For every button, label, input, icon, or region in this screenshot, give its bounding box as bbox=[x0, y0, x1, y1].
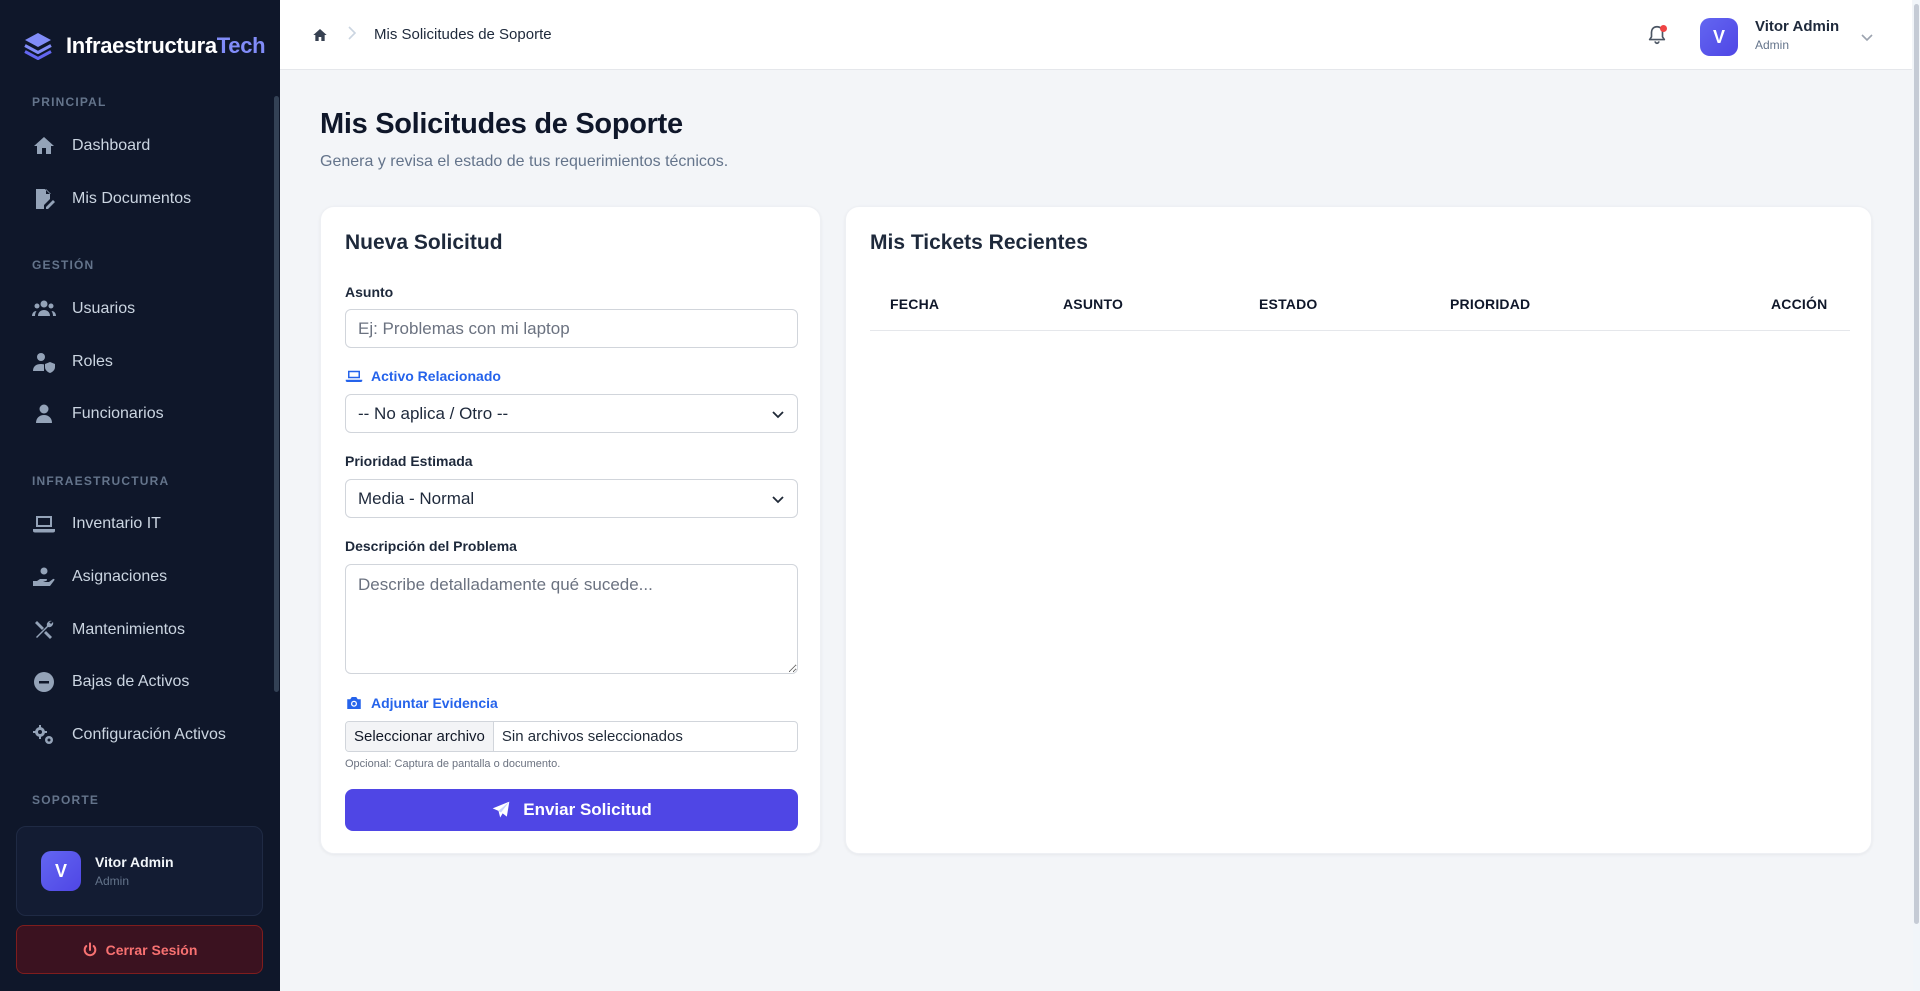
evidence-label: Adjuntar Evidencia bbox=[345, 694, 498, 712]
laptop-icon bbox=[345, 370, 363, 382]
column-header: FECHA bbox=[890, 296, 940, 312]
logout-button[interactable]: Cerrar Sesión bbox=[16, 925, 263, 974]
brand-name: InfraestructuraTech bbox=[66, 33, 266, 58]
sidebar-item-label: Mantenimientos bbox=[72, 621, 185, 638]
home-icon[interactable] bbox=[312, 27, 328, 43]
tools-icon bbox=[35, 620, 54, 639]
sidebar-item-asignaciones[interactable]: Asignaciones bbox=[16, 555, 266, 599]
column-header: ASUNTO bbox=[1063, 296, 1124, 312]
main-scrollbar[interactable] bbox=[1913, 0, 1920, 991]
sidebar: InfraestructuraTech PRINCIPAL Dashboard … bbox=[0, 0, 280, 991]
chevron-down-icon bbox=[772, 495, 784, 503]
card-title: Mis Tickets Recientes bbox=[870, 231, 1088, 254]
sidebar-item-funcionarios[interactable]: Funcionarios bbox=[16, 392, 266, 436]
chevron-down-icon[interactable] bbox=[1860, 30, 1874, 44]
sidebar-item-configuracion-activos[interactable]: Configuración Activos bbox=[16, 713, 266, 757]
laptop-icon bbox=[33, 516, 55, 533]
breadcrumb-current: Mis Solicitudes de Soporte bbox=[374, 26, 552, 43]
description-textarea[interactable] bbox=[345, 564, 798, 674]
hand-holding-icon bbox=[33, 567, 55, 586]
user-name: Vitor Admin bbox=[95, 854, 174, 870]
sidebar-item-label: Configuración Activos bbox=[72, 726, 226, 743]
user-shield-icon bbox=[33, 353, 55, 373]
sidebar-item-label: Bajas de Activos bbox=[72, 673, 190, 690]
related-asset-select[interactable]: -- No aplica / Otro -- bbox=[345, 394, 798, 433]
subject-label: Asunto bbox=[345, 284, 394, 300]
topbar-user[interactable]: Vitor Admin Admin bbox=[1755, 18, 1839, 52]
file-input[interactable]: Seleccionar archivo Sin archivos selecci… bbox=[345, 721, 798, 752]
column-header: ACCIÓN bbox=[1771, 296, 1828, 312]
minus-circle-icon bbox=[34, 672, 54, 692]
subject-input[interactable] bbox=[345, 309, 798, 348]
brand[interactable]: InfraestructuraTech bbox=[22, 30, 266, 62]
card-title: Nueva Solicitud bbox=[345, 231, 503, 254]
users-icon bbox=[32, 300, 56, 316]
page-title: Mis Solicitudes de Soporte bbox=[320, 108, 683, 140]
section-title-infraestructura: INFRAESTRUCTURA bbox=[32, 474, 170, 488]
sidebar-item-label: Dashboard bbox=[72, 137, 151, 154]
sidebar-item-label: Roles bbox=[72, 353, 113, 370]
scrollbar-thumb[interactable] bbox=[1914, 4, 1919, 924]
file-hint: Opcional: Captura de pantalla o document… bbox=[345, 758, 561, 770]
sidebar-item-mis-documentos[interactable]: Mis Documentos bbox=[16, 177, 266, 221]
sidebar-item-roles[interactable]: Roles bbox=[16, 340, 266, 384]
sidebar-item-inventario-it[interactable]: Inventario IT bbox=[16, 502, 266, 546]
sidebar-item-label: Asignaciones bbox=[72, 568, 168, 585]
sidebar-item-usuarios[interactable]: Usuarios bbox=[16, 287, 266, 331]
sidebar-item-mantenimientos[interactable]: Mantenimientos bbox=[16, 608, 266, 652]
related-asset-label: Activo Relacionado bbox=[345, 367, 501, 385]
file-status: Sin archivos seleccionados bbox=[501, 728, 683, 745]
select-value: Media - Normal bbox=[358, 488, 475, 508]
new-request-card: Nueva Solicitud Asunto Activo Relacionad… bbox=[320, 206, 821, 854]
recent-tickets-card: Mis Tickets Recientes FECHA ASUNTO ESTAD… bbox=[845, 206, 1872, 854]
page-subtitle: Genera y revisa el estado de tus requeri… bbox=[320, 153, 729, 170]
column-header: ESTADO bbox=[1259, 296, 1318, 312]
chevron-down-icon bbox=[772, 410, 784, 418]
choose-file-button[interactable]: Seleccionar archivo bbox=[346, 722, 494, 751]
submit-label: Enviar Solicitud bbox=[523, 800, 652, 819]
column-header: PRIORIDAD bbox=[1450, 296, 1531, 312]
layers-logo-icon bbox=[24, 33, 52, 60]
sidebar-item-label: Usuarios bbox=[72, 300, 136, 317]
sidebar-item-bajas-de-activos[interactable]: Bajas de Activos bbox=[16, 660, 266, 704]
table-header-divider bbox=[870, 330, 1850, 331]
priority-select[interactable]: Media - Normal bbox=[345, 479, 798, 518]
section-title-gestion: GESTIÓN bbox=[32, 258, 95, 272]
camera-icon bbox=[347, 697, 361, 709]
sidebar-item-dashboard[interactable]: Dashboard bbox=[16, 124, 266, 168]
chevron-right-icon bbox=[348, 26, 357, 40]
section-title-principal: PRINCIPAL bbox=[32, 95, 107, 109]
sidebar-item-label: Inventario IT bbox=[72, 515, 161, 532]
user-role: Admin bbox=[1755, 38, 1790, 52]
user-icon bbox=[36, 404, 52, 423]
sidebar-scrollbar[interactable] bbox=[274, 96, 279, 692]
paper-plane-icon bbox=[492, 801, 510, 818]
avatar[interactable]: V bbox=[1700, 18, 1738, 56]
topbar: Mis Solicitudes de Soporte V Vitor Admin… bbox=[280, 0, 1912, 70]
sidebar-item-label: Mis Documentos bbox=[72, 190, 192, 207]
priority-label: Prioridad Estimada bbox=[345, 453, 473, 469]
notification-dot bbox=[1660, 25, 1667, 32]
avatar: V bbox=[41, 851, 81, 891]
file-signature-icon bbox=[36, 189, 55, 209]
description-label: Descripción del Problema bbox=[345, 538, 517, 554]
power-icon bbox=[83, 941, 96, 956]
user-name: Vitor Admin bbox=[1755, 18, 1840, 35]
gears-icon bbox=[33, 725, 53, 744]
section-title-soporte: SOPORTE bbox=[32, 793, 100, 807]
sidebar-item-label: Funcionarios bbox=[72, 405, 164, 422]
user-role: Admin bbox=[95, 874, 130, 888]
logout-label: Cerrar Sesión bbox=[105, 941, 198, 958]
sidebar-user-card[interactable]: V Vitor Admin Admin bbox=[16, 826, 263, 916]
submit-request-button[interactable]: Enviar Solicitud bbox=[345, 789, 798, 831]
home-icon bbox=[34, 137, 54, 154]
select-value: -- No aplica / Otro -- bbox=[358, 403, 509, 423]
